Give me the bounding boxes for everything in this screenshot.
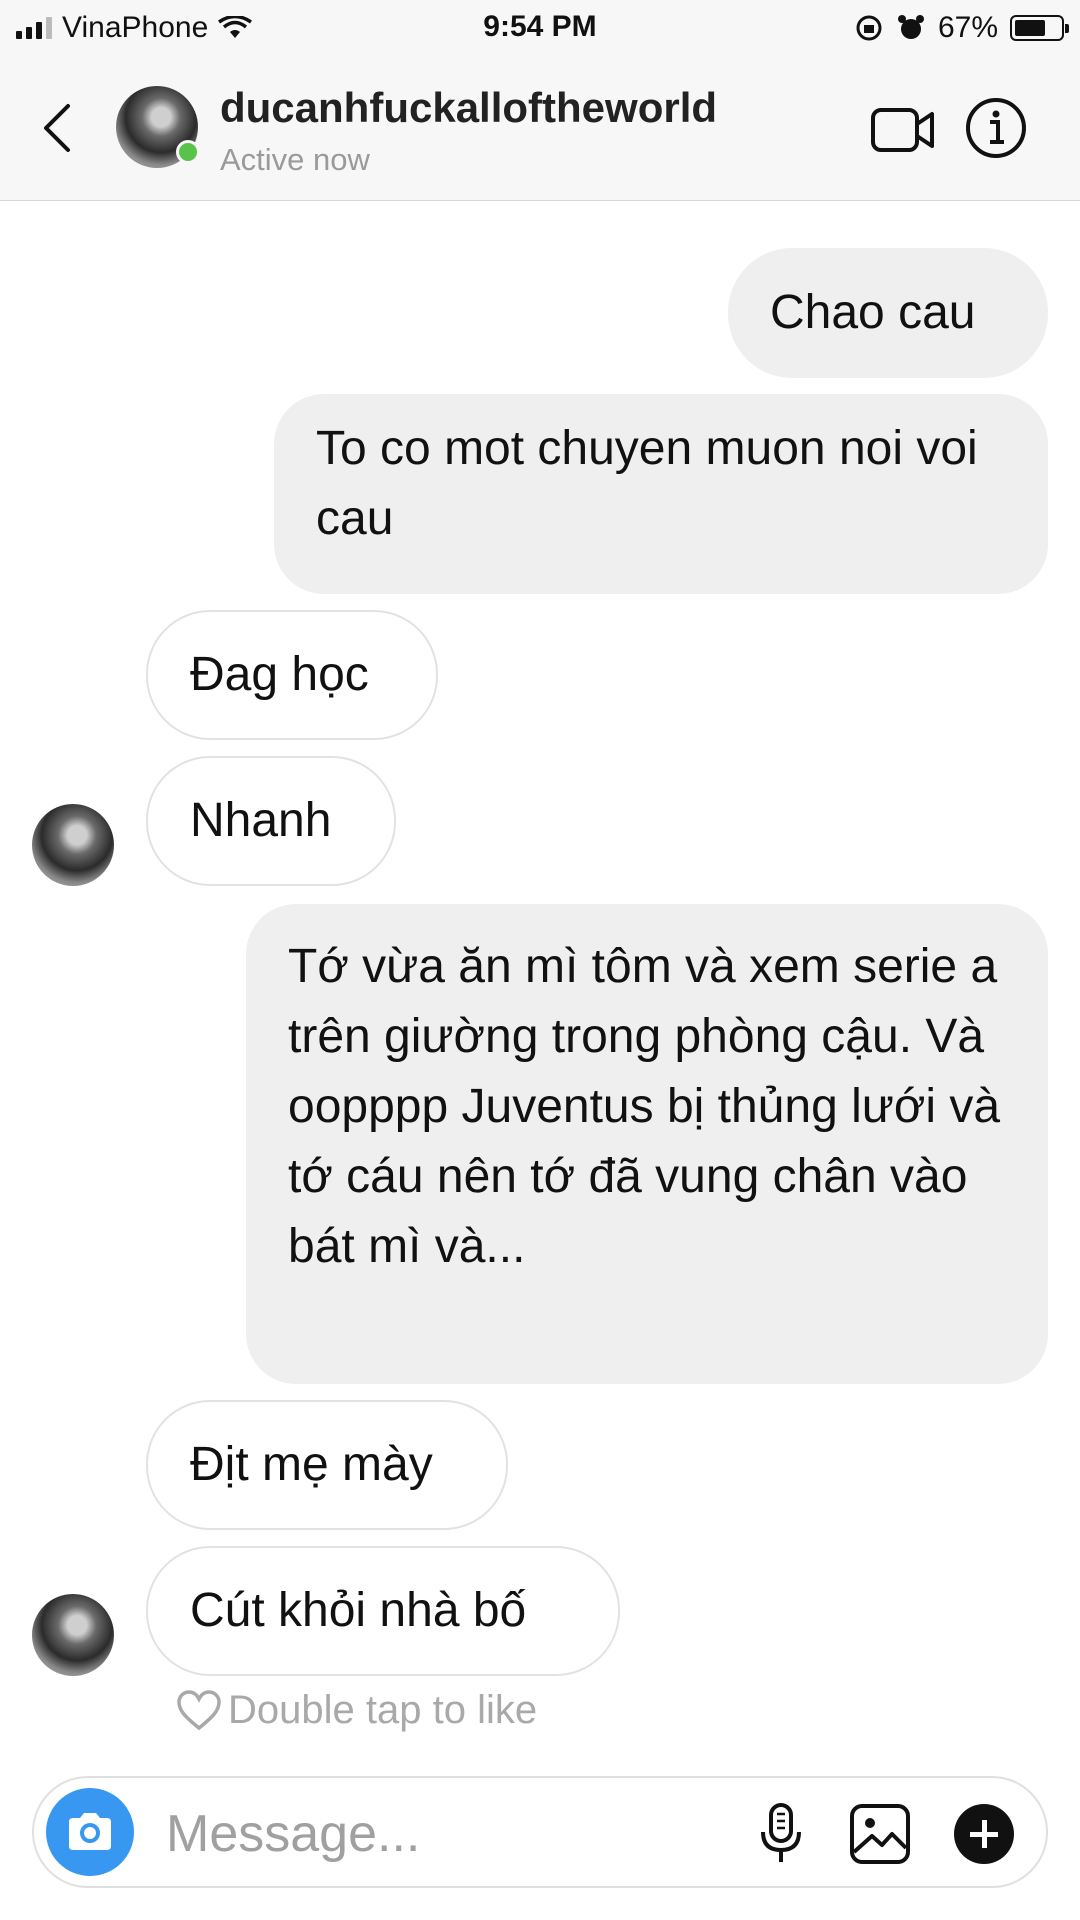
username[interactable]: ducanhfuckalloftheworld <box>220 84 717 132</box>
plus-icon[interactable] <box>954 1804 1014 1864</box>
battery-icon <box>1010 15 1069 41</box>
message-incoming[interactable]: Đag học <box>146 610 438 740</box>
avatar[interactable] <box>116 86 200 168</box>
back-chevron-icon[interactable] <box>38 102 78 154</box>
alarm-icon <box>897 15 924 39</box>
status-right: 67% <box>854 10 1069 46</box>
gallery-icon[interactable] <box>848 1802 912 1866</box>
message-outgoing[interactable]: Chao cau <box>728 248 1048 378</box>
presence-status: Active now <box>220 142 370 177</box>
battery-percent: 67% <box>937 11 998 44</box>
video-call-icon[interactable] <box>870 104 936 156</box>
message-composer <box>32 1776 1048 1888</box>
sender-avatar[interactable] <box>32 1594 114 1676</box>
chat-header: ducanhfuckalloftheworld Active now <box>0 56 1080 201</box>
message-incoming[interactable]: Địt mẹ mày <box>146 1400 508 1530</box>
camera-button[interactable] <box>46 1788 134 1876</box>
double-tap-label: Double tap to like <box>228 1688 538 1732</box>
message-incoming[interactable]: Cút khỏi nhà bố <box>146 1546 620 1676</box>
rotation-lock-icon <box>856 15 882 41</box>
sender-avatar[interactable] <box>32 804 114 886</box>
heart-icon[interactable] <box>176 1689 222 1732</box>
message-incoming[interactable]: Nhanh <box>146 756 396 886</box>
double-tap-hint: Double tap to like <box>176 1688 537 1733</box>
info-icon[interactable] <box>964 96 1028 160</box>
message-outgoing[interactable]: To co mot chuyen muon noi voi cau <box>274 394 1048 594</box>
message-input[interactable] <box>164 1798 748 1870</box>
status-bar: VinaPhone 9:54 PM 67% <box>0 0 1080 56</box>
microphone-icon[interactable] <box>756 1802 806 1866</box>
message-outgoing[interactable]: Tớ vừa ăn mì tôm và xem serie a trên giư… <box>246 904 1048 1384</box>
online-indicator <box>176 140 200 164</box>
camera-icon <box>69 1813 111 1850</box>
